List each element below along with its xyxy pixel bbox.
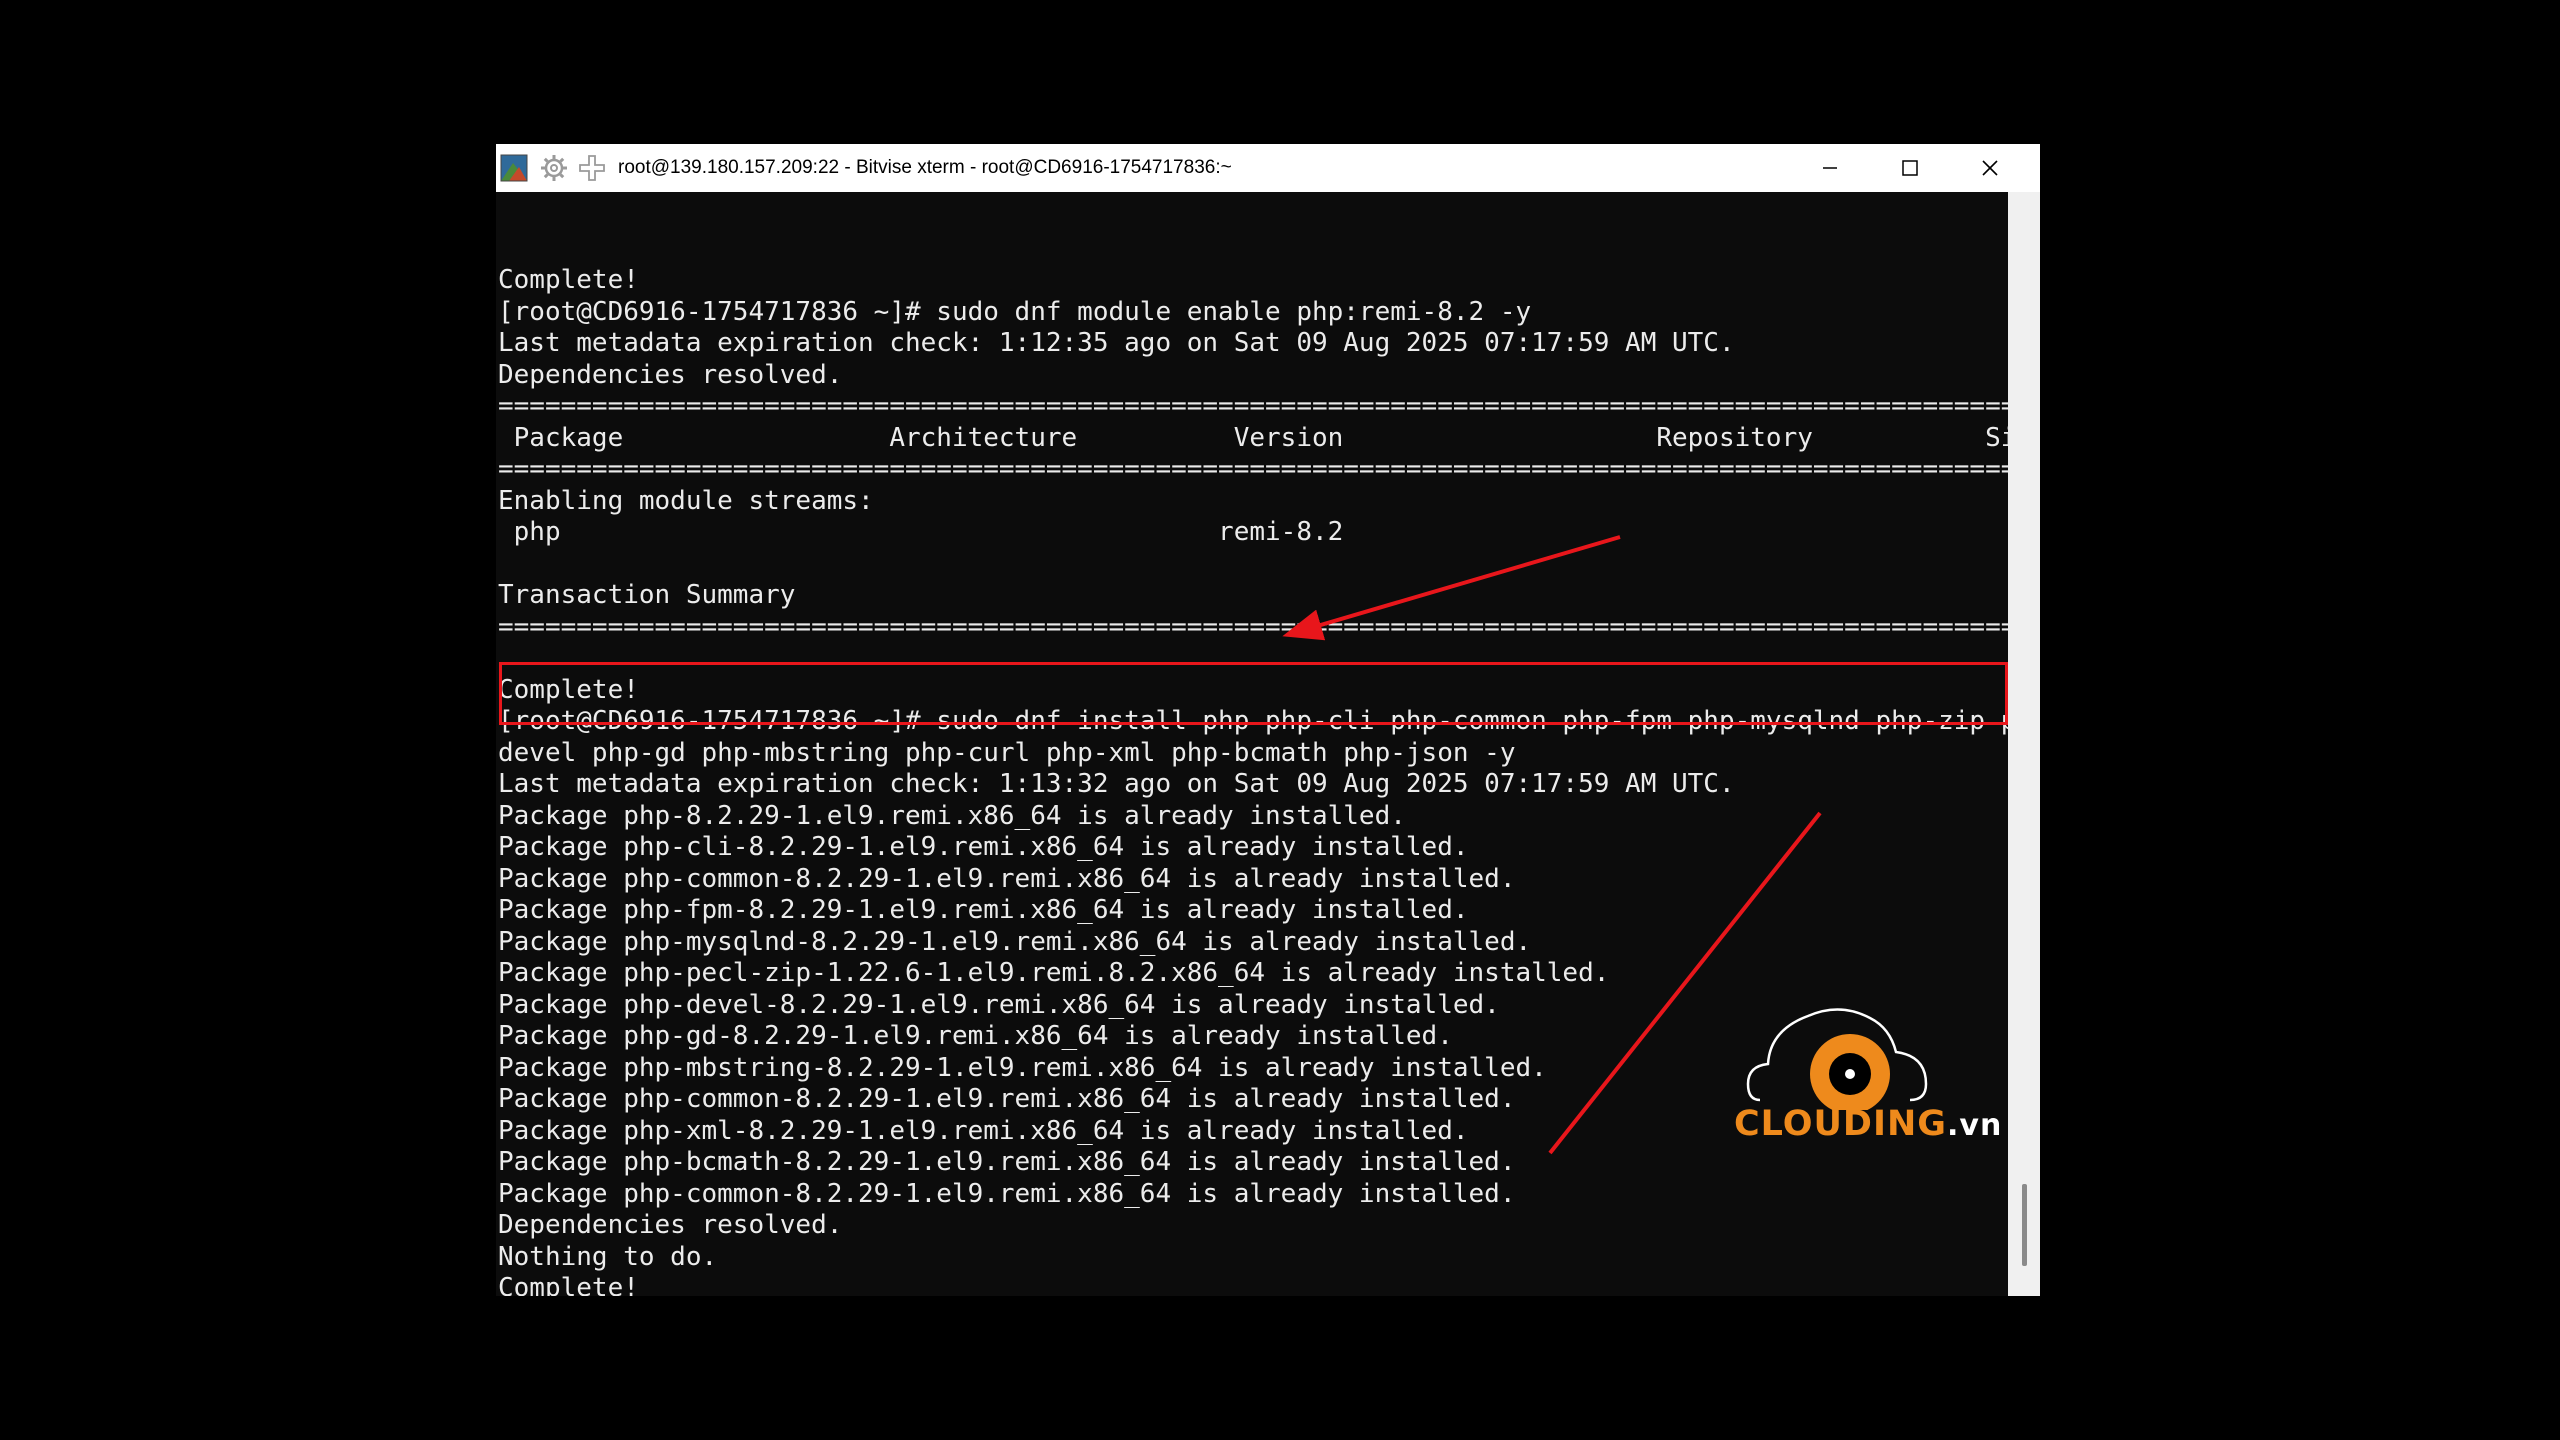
annotation-arrows bbox=[1282, 535, 1822, 1155]
logo-wordmark: CLOUDING.vn bbox=[1734, 1104, 2002, 1144]
logo-brand-text: CLOUDING bbox=[1734, 1104, 1948, 1144]
clouding-logo: CLOUDING.vn bbox=[1720, 1000, 2001, 1160]
cloud-logo-icon bbox=[1746, 1008, 1928, 1114]
arrow-to-command bbox=[1282, 535, 1621, 641]
logo-tld-text: .vn bbox=[1947, 1108, 2003, 1143]
